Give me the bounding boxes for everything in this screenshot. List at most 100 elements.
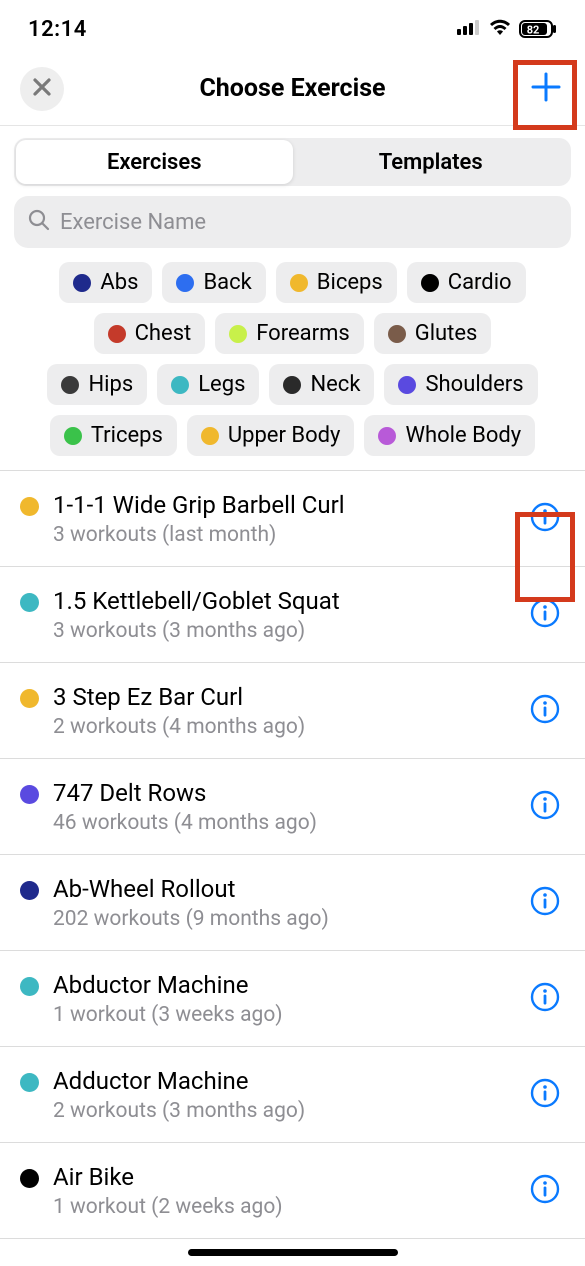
cellular-icon <box>457 19 481 39</box>
battery-icon: 82 <box>519 20 557 38</box>
exercise-subtitle: 2 workouts (4 months ago) <box>53 715 525 739</box>
exercise-name: Adductor Machine <box>53 1067 525 1095</box>
tab-exercises[interactable]: Exercises <box>16 140 293 184</box>
filter-chip-chest[interactable]: Chest <box>94 313 206 354</box>
exercise-row[interactable]: Air Bike1 workout (2 weeks ago) <box>0 1143 585 1239</box>
exercise-list: 1-1-1 Wide Grip Barbell Curl 3 workouts (… <box>0 470 585 1239</box>
plus-icon <box>529 70 563 108</box>
exercise-row[interactable]: 3 Step Ez Bar Curl2 workouts (4 months a… <box>0 663 585 759</box>
nav-bar: Choose Exercise <box>0 52 585 126</box>
chip-dot <box>421 274 439 292</box>
exercise-name: Ab-Wheel Rollout <box>53 875 525 903</box>
info-button[interactable] <box>525 1171 565 1211</box>
add-button[interactable] <box>519 62 573 116</box>
info-icon <box>529 1173 561 1209</box>
filter-chip-cardio[interactable]: Cardio <box>407 262 526 303</box>
filter-chip-glutes[interactable]: Glutes <box>374 313 492 354</box>
exercise-subtitle: 2 workouts (3 months ago) <box>53 1099 525 1123</box>
info-button[interactable] <box>525 691 565 731</box>
exercise-row[interactable]: 1-1-1 Wide Grip Barbell Curl 3 workouts (… <box>0 471 585 567</box>
info-icon <box>529 981 561 1017</box>
exercise-row[interactable]: 1.5 Kettlebell/Goblet Squat 3 workouts (3… <box>0 567 585 663</box>
chip-dot <box>201 427 219 445</box>
info-button[interactable] <box>525 499 565 539</box>
exercise-subtitle: 202 workouts (9 months ago) <box>53 907 525 931</box>
wifi-icon <box>488 18 512 40</box>
category-dot <box>20 1169 39 1188</box>
filter-chip-biceps[interactable]: Biceps <box>276 262 397 303</box>
chip-dot <box>290 274 308 292</box>
chip-dot <box>73 274 91 292</box>
exercise-subtitle: 46 workouts (4 months ago) <box>53 811 525 835</box>
tab-control: Exercises Templates <box>14 138 571 186</box>
close-icon <box>32 77 52 101</box>
info-button[interactable] <box>525 1075 565 1115</box>
search-bar[interactable] <box>14 196 571 248</box>
category-dot <box>20 977 39 996</box>
chip-label: Cardio <box>448 270 512 295</box>
exercise-name: Air Bike <box>53 1163 525 1191</box>
info-button[interactable] <box>525 595 565 635</box>
chip-dot <box>61 376 79 394</box>
category-dot <box>20 689 39 708</box>
chip-label: Biceps <box>317 270 383 295</box>
filter-chip-neck[interactable]: Neck <box>269 364 374 405</box>
row-body: 1.5 Kettlebell/Goblet Squat 3 workouts (3… <box>53 587 525 643</box>
exercise-subtitle: 3 workouts (3 months ago) <box>53 619 525 643</box>
filter-chip-upper-body[interactable]: Upper Body <box>187 415 355 456</box>
category-dot <box>20 785 39 804</box>
chip-dot <box>108 325 126 343</box>
exercise-name: 1.5 Kettlebell/Goblet Squat <box>53 587 525 615</box>
filter-chip-triceps[interactable]: Triceps <box>50 415 177 456</box>
status-bar: 12:14 82 <box>0 0 585 52</box>
chip-label: Glutes <box>415 321 478 346</box>
filter-chip-forearms[interactable]: Forearms <box>215 313 363 354</box>
close-button[interactable] <box>20 67 64 111</box>
category-dot <box>20 1073 39 1092</box>
filter-chip-whole-body[interactable]: Whole Body <box>364 415 535 456</box>
exercise-name: 1-1-1 Wide Grip Barbell Curl <box>53 491 525 519</box>
info-icon <box>529 597 561 633</box>
chip-dot <box>229 325 247 343</box>
status-icons: 82 <box>457 18 557 40</box>
filter-chip-legs[interactable]: Legs <box>157 364 259 405</box>
filter-chip-abs[interactable]: Abs <box>59 262 152 303</box>
row-body: Abductor Machine1 workout (3 weeks ago) <box>53 971 525 1027</box>
chip-label: Forearms <box>256 321 349 346</box>
exercise-row[interactable]: 747 Delt Rows 46 workouts (4 months ago) <box>0 759 585 855</box>
status-time: 12:14 <box>28 17 87 42</box>
chip-label: Triceps <box>91 423 163 448</box>
chip-label: Shoulders <box>425 372 523 397</box>
filter-chip-shoulders[interactable]: Shoulders <box>384 364 537 405</box>
exercise-subtitle: 1 workout (3 weeks ago) <box>53 1003 525 1027</box>
row-body: 747 Delt Rows 46 workouts (4 months ago) <box>53 779 525 835</box>
filter-chip-back[interactable]: Back <box>162 262 265 303</box>
info-icon <box>529 693 561 729</box>
chip-label: Whole Body <box>405 423 521 448</box>
chip-dot <box>283 376 301 394</box>
chip-dot <box>398 376 416 394</box>
chip-label: Abs <box>100 270 138 295</box>
info-button[interactable] <box>525 787 565 827</box>
exercise-subtitle: 3 workouts (last month) <box>53 523 525 547</box>
info-button[interactable] <box>525 883 565 923</box>
row-body: Air Bike1 workout (2 weeks ago) <box>53 1163 525 1219</box>
info-icon <box>529 885 561 921</box>
chip-label: Legs <box>198 372 245 397</box>
exercise-name: 747 Delt Rows <box>53 779 525 807</box>
exercise-row[interactable]: Adductor Machine 2 workouts (3 months ago… <box>0 1047 585 1143</box>
row-body: 3 Step Ez Bar Curl2 workouts (4 months a… <box>53 683 525 739</box>
row-body: Adductor Machine 2 workouts (3 months ago… <box>53 1067 525 1123</box>
filter-chip-hips[interactable]: Hips <box>47 364 147 405</box>
category-dot <box>20 593 39 612</box>
chip-label: Neck <box>310 372 360 397</box>
category-dot <box>20 497 39 516</box>
info-button[interactable] <box>525 979 565 1019</box>
chip-dot <box>388 325 406 343</box>
tab-templates[interactable]: Templates <box>293 140 570 184</box>
home-indicator <box>188 1249 398 1256</box>
exercise-row[interactable]: Ab-Wheel Rollout 202 workouts (9 months a… <box>0 855 585 951</box>
chip-label: Chest <box>135 321 192 346</box>
exercise-row[interactable]: Abductor Machine1 workout (3 weeks ago) <box>0 951 585 1047</box>
search-input[interactable] <box>60 210 557 235</box>
